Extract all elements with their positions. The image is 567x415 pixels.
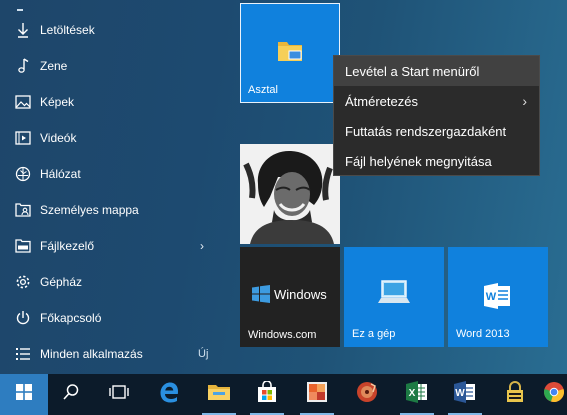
gear-icon (14, 273, 32, 291)
scroll-indicator (14, 0, 26, 11)
folder-icon (276, 37, 304, 70)
video-icon (14, 129, 32, 147)
edge-icon (158, 381, 180, 408)
start-menu-list: Letöltések Zene Képek Videók Hálózat Sze… (0, 0, 226, 374)
tile-label: Ez a gép (352, 328, 396, 340)
word-icon: W (454, 381, 476, 408)
windows-wordmark: Windows (274, 287, 327, 302)
menu-item-label: Videók (40, 131, 77, 145)
menu-item-all-apps[interactable]: Minden alkalmazás Új (0, 336, 226, 372)
menu-item-label: Letöltések (40, 23, 95, 37)
lock-app-icon (505, 381, 525, 408)
menu-item-label: Főkapcsoló (40, 311, 102, 325)
lock-app-button[interactable] (494, 374, 536, 415)
menu-item-network[interactable]: Hálózat (0, 156, 226, 192)
task-view-button[interactable] (98, 374, 140, 415)
menu-item-label: Képek (40, 95, 75, 109)
power-icon (14, 309, 32, 327)
computer-icon (376, 279, 412, 314)
menu-item-videos[interactable]: Videók (0, 120, 226, 156)
task-view-icon (108, 384, 130, 405)
menu-item-label: Személyes mappa (40, 203, 139, 217)
menu-item-settings[interactable]: Gépház (0, 264, 226, 300)
file-explorer-icon (207, 382, 231, 407)
tile-label: Word 2013 (456, 328, 510, 340)
chrome-button[interactable] (540, 374, 567, 415)
store-icon (256, 380, 278, 408)
menu-item-pictures[interactable]: Képek (0, 84, 226, 120)
menu-item-label: Zene (40, 59, 68, 73)
edge-button[interactable] (148, 374, 190, 415)
search-icon (62, 383, 80, 406)
music-app-button[interactable] (346, 374, 388, 415)
office-button[interactable] (296, 374, 338, 415)
menu-item-label: Fájl helyének megnyitása (345, 153, 492, 169)
menu-item-label: Futtatás rendszergazdaként (345, 123, 507, 139)
menu-item-label: Levétel a Start menüről (345, 63, 480, 79)
office-icon (306, 381, 328, 408)
menu-item-label: Átméretezés (345, 93, 418, 109)
tile-label: Asztal (248, 84, 278, 96)
start-button[interactable] (0, 374, 48, 415)
menu-item-label: Gépház (40, 275, 83, 289)
context-menu: Levétel a Start menüről Átméretezés › Fu… (333, 55, 540, 176)
tile-word-2013[interactable]: W Word 2013 (448, 247, 548, 347)
run-as-admin-item[interactable]: Futtatás rendszergazdaként (334, 116, 539, 146)
menu-item-label: Hálózat (40, 167, 81, 181)
tile-label: Windows.com (248, 329, 317, 341)
tile-windows-com[interactable]: Windows Windows.com (240, 247, 340, 347)
svg-text:X: X (409, 388, 416, 399)
menu-item-downloads[interactable]: Letöltések (0, 12, 226, 48)
taskbar: X W (0, 374, 567, 415)
all-apps-icon (14, 345, 32, 363)
menu-item-music[interactable]: Zene (0, 48, 226, 84)
network-icon (14, 165, 32, 183)
music-app-icon (356, 381, 378, 408)
windows-logo-icon (252, 285, 270, 308)
file-explorer-taskbar-button[interactable] (198, 374, 240, 415)
menu-item-label: Fájlkezelő (40, 239, 95, 253)
pictures-icon (14, 93, 32, 111)
word-icon: W (484, 283, 512, 314)
person-photo (240, 144, 340, 244)
download-icon (14, 21, 32, 39)
music-note-icon (14, 57, 32, 75)
menu-item-personal-folder[interactable]: Személyes mappa (0, 192, 226, 228)
tile-desktop[interactable]: Asztal (240, 3, 340, 103)
chrome-icon (543, 381, 565, 408)
excel-button[interactable]: X (396, 374, 438, 415)
menu-item-file-explorer[interactable]: Fájlkezelő › (0, 228, 226, 264)
menu-item-label: Minden alkalmazás (40, 347, 143, 361)
word-taskbar-button[interactable]: W (444, 374, 486, 415)
open-file-location-item[interactable]: Fájl helyének megnyitása (334, 146, 539, 176)
svg-text:W: W (486, 291, 497, 303)
file-explorer-icon (14, 237, 32, 255)
user-folder-icon (14, 201, 32, 219)
excel-icon: X (406, 381, 428, 408)
windows-start-icon (16, 384, 32, 405)
new-badge: Új (198, 348, 209, 360)
svg-text:W: W (455, 388, 465, 399)
search-button[interactable] (50, 374, 92, 415)
chevron-right-icon: › (522, 93, 527, 109)
tile-photo[interactable] (240, 144, 340, 244)
unpin-from-start-item[interactable]: Levétel a Start menüről (334, 56, 539, 86)
chevron-right-icon[interactable]: › (200, 239, 204, 253)
menu-item-power[interactable]: Főkapcsoló (0, 300, 226, 336)
resize-item[interactable]: Átméretezés › (334, 86, 539, 116)
store-button[interactable] (246, 374, 288, 415)
tile-this-pc[interactable]: Ez a gép (344, 247, 444, 347)
